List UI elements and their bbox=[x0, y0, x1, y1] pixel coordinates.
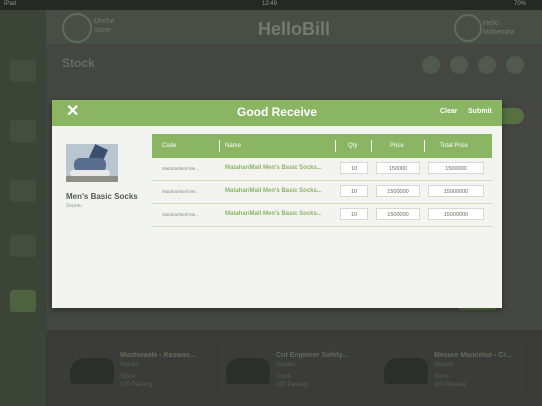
qty-input[interactable]: 10 bbox=[340, 185, 368, 197]
qty-input[interactable]: 10 bbox=[340, 162, 368, 174]
header-total-price: Total Price bbox=[440, 143, 469, 149]
header-divider bbox=[335, 140, 336, 152]
row-code: MatahariMall Me... bbox=[162, 189, 200, 194]
row-name[interactable]: MatahariMall Men's Basic Socks... bbox=[225, 211, 322, 217]
total-price-input[interactable]: 15000000 bbox=[428, 208, 484, 220]
header-divider bbox=[219, 140, 220, 152]
header-price: Price bbox=[390, 143, 404, 149]
price-input[interactable]: 1500000 bbox=[376, 208, 420, 220]
header-divider bbox=[371, 140, 372, 152]
row-code: MatahariMall Me... bbox=[162, 166, 200, 171]
header-qty: Qty bbox=[348, 143, 358, 149]
price-input[interactable]: 150000 bbox=[376, 162, 420, 174]
product-photo bbox=[66, 144, 118, 182]
clear-button[interactable]: Clear bbox=[440, 108, 458, 115]
submit-button[interactable]: Submit bbox=[468, 108, 492, 115]
header-divider bbox=[424, 140, 425, 152]
header-code: Code bbox=[162, 143, 177, 149]
qty-input[interactable]: 10 bbox=[340, 208, 368, 220]
photo-floor bbox=[66, 176, 118, 182]
good-receive-modal: ✕ Good Receive Clear Submit Men's Basic … bbox=[52, 100, 502, 308]
row-name[interactable]: MatahariMall Men's Basic Socks... bbox=[225, 188, 322, 194]
modal-header: ✕ Good Receive Clear Submit bbox=[52, 100, 502, 126]
product-name: Men's Basic Socks bbox=[66, 192, 138, 201]
table-row: MatahariMall Me... MatahariMall Men's Ba… bbox=[152, 204, 492, 227]
table-row: MatahariMall Me... MatahariMall Men's Ba… bbox=[152, 181, 492, 204]
modal-title: Good Receive bbox=[236, 105, 318, 119]
price-input[interactable]: 1500000 bbox=[376, 185, 420, 197]
photo-sole bbox=[70, 170, 110, 176]
row-name[interactable]: MatahariMall Men's Basic Socks... bbox=[225, 165, 322, 171]
product-category: Sepatu bbox=[66, 203, 82, 209]
table-header: Code Name Qty Price Total Price bbox=[152, 134, 492, 158]
header-name: Name bbox=[225, 143, 242, 149]
total-price-input[interactable]: 1500000 bbox=[428, 162, 484, 174]
row-code: MatahariMall Me... bbox=[162, 212, 200, 217]
total-price-input[interactable]: 15000000 bbox=[428, 185, 484, 197]
table-row: MatahariMall Me... MatahariMall Men's Ba… bbox=[152, 158, 492, 181]
